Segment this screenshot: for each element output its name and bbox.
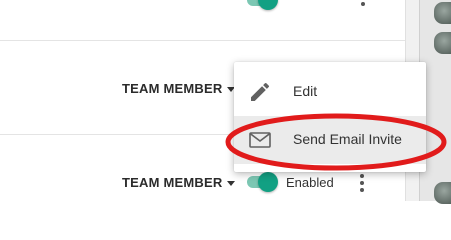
row-divider bbox=[0, 40, 405, 41]
avatar[interactable] bbox=[434, 32, 451, 54]
chevron-down-icon[interactable] bbox=[227, 181, 235, 186]
envelope-icon bbox=[249, 132, 271, 148]
status-label: Enabled bbox=[286, 175, 334, 190]
menu-item-send-email-invite[interactable]: Send Email Invite bbox=[234, 116, 426, 164]
role-dropdown-label[interactable]: TEAM MEMBER bbox=[122, 81, 222, 96]
enabled-toggle-partial[interactable] bbox=[243, 0, 278, 10]
menu-item-label: Send Email Invite bbox=[293, 131, 402, 147]
row-actions-menu: Edit Send Email Invite bbox=[234, 62, 426, 172]
enabled-toggle[interactable] bbox=[243, 172, 278, 192]
more-options-icon-partial[interactable] bbox=[360, 0, 366, 6]
role-dropdown-label[interactable]: TEAM MEMBER bbox=[122, 175, 222, 190]
menu-item-label: Edit bbox=[293, 83, 318, 99]
menu-item-edit[interactable]: Edit bbox=[234, 68, 426, 116]
pencil-icon bbox=[251, 82, 270, 101]
avatar[interactable] bbox=[434, 2, 451, 24]
more-options-icon[interactable] bbox=[359, 174, 365, 192]
avatar[interactable] bbox=[434, 182, 451, 204]
